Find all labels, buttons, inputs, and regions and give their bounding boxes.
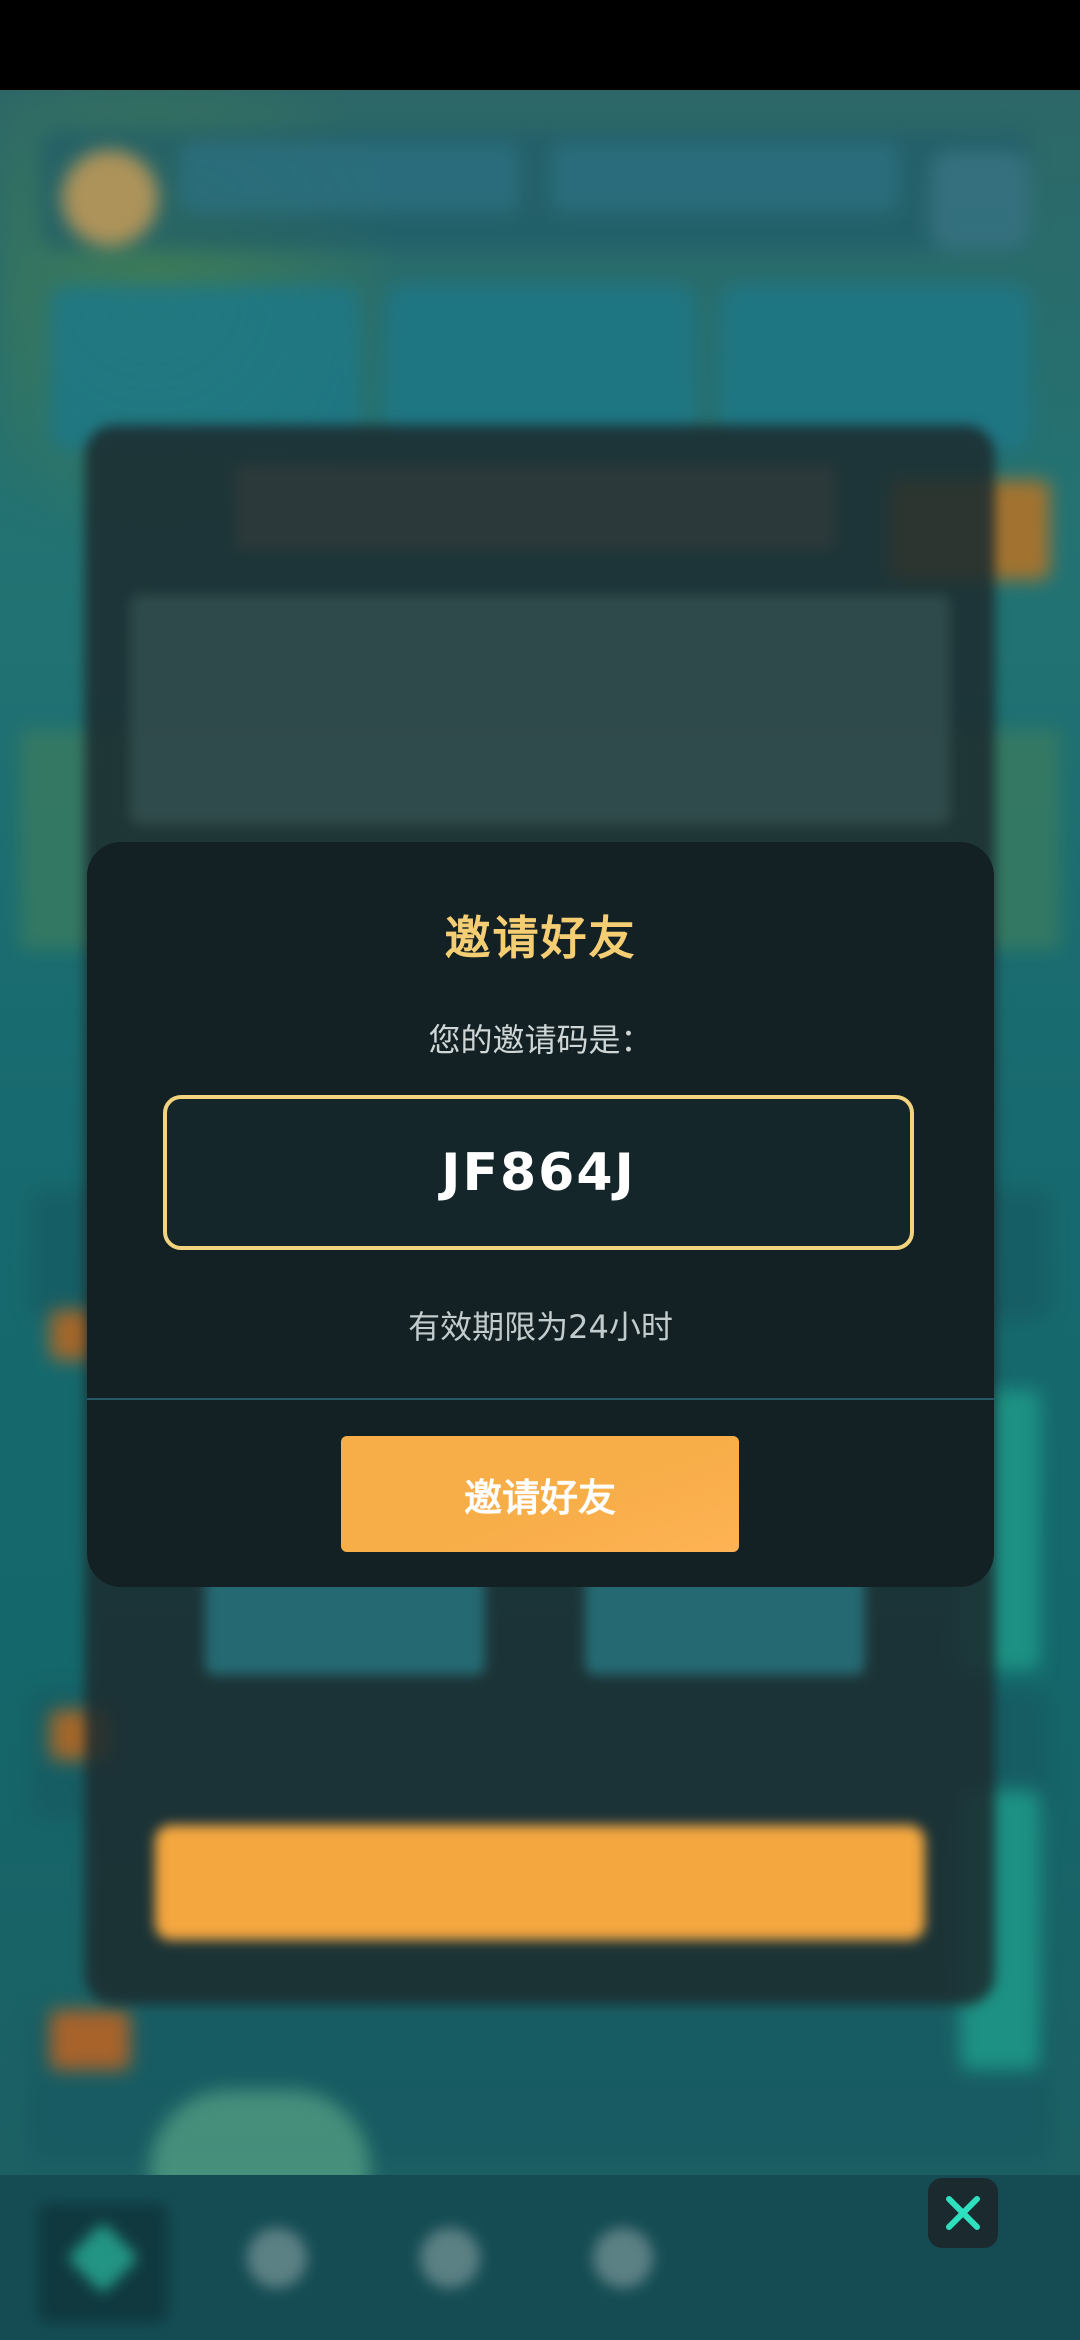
divider xyxy=(87,1398,994,1400)
close-button[interactable] xyxy=(928,2178,998,2248)
invite-friend-dialog: 邀请好友 您的邀请码是： JF864J 有效期限为24小时 邀请好友 xyxy=(87,842,994,1587)
invite-code-label: 您的邀请码是： xyxy=(428,1021,653,1059)
expiry-note: 有效期限为24小时 xyxy=(408,1308,673,1346)
invite-code-value: JF864J xyxy=(441,1142,636,1203)
status-bar xyxy=(0,0,1080,90)
invite-code-box[interactable]: JF864J xyxy=(163,1095,914,1250)
close-icon xyxy=(946,2196,980,2230)
dialog-title: 邀请好友 xyxy=(444,911,637,965)
invite-friend-button[interactable]: 邀请好友 xyxy=(341,1436,739,1552)
